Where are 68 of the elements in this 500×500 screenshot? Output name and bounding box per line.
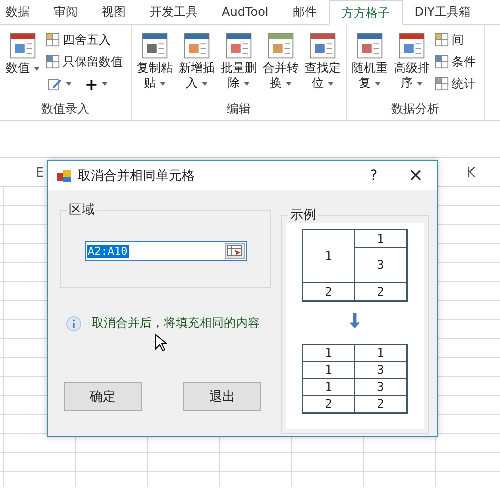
grid-icon bbox=[435, 77, 449, 91]
document-icon bbox=[224, 31, 254, 61]
ribbon-small-button[interactable]: 条件 bbox=[435, 51, 480, 73]
ribbon-button[interactable]: 查找定位 bbox=[304, 29, 342, 101]
close-button[interactable]: × bbox=[395, 161, 437, 190]
dialog-button[interactable]: 退出 bbox=[183, 382, 262, 411]
grid-icon bbox=[46, 55, 60, 69]
add-button[interactable]: + bbox=[83, 74, 110, 94]
ribbon-tab[interactable]: 数据 bbox=[0, 0, 42, 24]
table-cell: 2 bbox=[354, 282, 408, 301]
ribbon-tab[interactable]: 开发工具 bbox=[138, 0, 210, 24]
document-icon bbox=[266, 31, 296, 61]
ribbon-tab[interactable]: 审阅 bbox=[42, 0, 90, 24]
range-picker-button[interactable] bbox=[225, 243, 245, 259]
ribbon-button[interactable]: 批量删除 bbox=[220, 29, 258, 101]
ribbon-button[interactable]: 复制粘贴 bbox=[136, 29, 174, 101]
dialog-title: 取消合并相同单元格 bbox=[78, 168, 196, 184]
document-icon bbox=[182, 31, 212, 61]
mouse-pointer-icon bbox=[155, 334, 167, 352]
document-icon bbox=[397, 31, 427, 61]
document-icon bbox=[308, 31, 338, 61]
app-icon bbox=[56, 168, 72, 184]
column-header[interactable]: E bbox=[36, 166, 44, 181]
caret-icon bbox=[102, 82, 108, 86]
grid-icon bbox=[46, 33, 60, 47]
ribbon-tab[interactable]: 视图 bbox=[90, 0, 138, 24]
table-pick-icon bbox=[227, 245, 243, 257]
ribbon-small-button[interactable]: 间 bbox=[435, 29, 480, 51]
caret-icon bbox=[66, 82, 72, 86]
info-message: 取消合并后，将填充相同的内容 bbox=[92, 315, 260, 332]
document-icon bbox=[140, 31, 170, 61]
ribbon-small-button[interactable]: 统计 bbox=[435, 73, 480, 95]
info-icon bbox=[66, 316, 82, 332]
dialog-button[interactable]: 确定 bbox=[64, 382, 142, 411]
caret-icon bbox=[202, 82, 208, 86]
grid-icon bbox=[435, 33, 449, 47]
caret-icon bbox=[416, 82, 423, 86]
caret-icon bbox=[244, 82, 250, 86]
ribbon-button[interactable]: 随机重复 bbox=[351, 29, 389, 101]
ribbon-tab[interactable]: 方方格子 bbox=[328, 0, 403, 25]
column-header[interactable]: K bbox=[467, 166, 476, 181]
down-arrow-icon bbox=[349, 312, 362, 330]
ribbon-button[interactable]: 数值 bbox=[4, 29, 42, 101]
group-label: 数值录入 bbox=[40, 101, 90, 118]
ribbon-button[interactable]: 新增插入 bbox=[178, 29, 216, 101]
group-label: 数据分析 bbox=[390, 101, 440, 118]
document-icon bbox=[8, 31, 38, 61]
ribbon-tab[interactable]: 邮件 bbox=[280, 0, 329, 24]
ribbon-button[interactable]: 高级排序 bbox=[393, 29, 431, 101]
document-icon bbox=[355, 31, 385, 61]
table-cell: 2 bbox=[354, 395, 408, 413]
group-title: 示例 bbox=[288, 206, 318, 224]
ribbon-small-button[interactable]: 四舍五入 bbox=[46, 29, 127, 51]
caret-icon bbox=[160, 82, 166, 86]
group-label: 编辑 bbox=[226, 101, 252, 118]
ribbon-tab[interactable]: AudTool bbox=[210, 0, 281, 24]
caret-icon bbox=[374, 82, 381, 86]
pencil-icon bbox=[48, 77, 62, 91]
ribbon-button[interactable]: 合并转换 bbox=[262, 29, 300, 101]
grid-icon bbox=[435, 55, 449, 69]
ribbon-tab[interactable]: DIY工具箱 bbox=[402, 0, 483, 24]
help-button[interactable]: ? bbox=[353, 161, 395, 190]
caret-icon bbox=[34, 66, 40, 71]
caret-icon bbox=[286, 82, 292, 86]
range-field[interactable]: A2:A10 bbox=[85, 241, 247, 261]
ribbon-small-button[interactable]: 只保留数值 bbox=[46, 51, 127, 73]
edit-cell-button[interactable] bbox=[46, 77, 74, 91]
caret-icon bbox=[328, 82, 334, 86]
